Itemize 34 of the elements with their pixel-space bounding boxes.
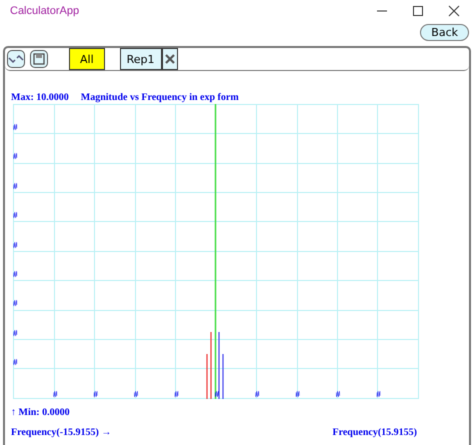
axis-mark: # xyxy=(13,240,18,250)
window-title: CalculatorApp xyxy=(10,5,80,17)
axis-mark: # xyxy=(295,389,300,399)
link-icon xyxy=(8,54,24,64)
save-button[interactable] xyxy=(30,50,48,68)
link-button[interactable] xyxy=(7,50,25,68)
axis-mark: # xyxy=(53,389,58,399)
axis-mark: # xyxy=(13,180,18,191)
frequency-end-label: Frequency(15.9155) xyxy=(332,427,417,438)
axis-mark: # xyxy=(13,298,18,308)
axis-mark: # xyxy=(13,151,18,162)
axis-mark: # xyxy=(376,389,381,399)
save-icon xyxy=(33,53,45,65)
axis-mark: # xyxy=(93,389,98,399)
plot-title: Magnitude vs Frequency in exp form xyxy=(80,92,239,102)
axis-mark: # xyxy=(13,122,18,132)
min-label: ↑ Min: 0.0000 xyxy=(11,407,70,418)
back-button[interactable]: Back xyxy=(420,24,469,41)
axis-mark: # xyxy=(336,389,340,399)
axis-mark: # xyxy=(13,269,18,279)
axis-mark: # xyxy=(13,328,18,338)
axis-mark: # xyxy=(13,357,18,368)
max-label: Max: 10.0000 xyxy=(11,92,69,102)
maximize-icon[interactable] xyxy=(412,5,424,17)
axis-mark: # xyxy=(134,389,138,399)
close-tab-button[interactable] xyxy=(162,48,178,70)
close-icon[interactable] xyxy=(448,5,460,17)
axis-mark: # xyxy=(13,210,18,220)
report-tab[interactable]: Rep1 xyxy=(120,48,162,70)
axis-mark: # xyxy=(255,389,260,399)
frequency-start-label: Frequency(-15.9155) → xyxy=(11,427,112,438)
axis-mark: # xyxy=(174,389,179,399)
report-tab[interactable]: All xyxy=(69,48,105,70)
close-icon xyxy=(164,53,176,65)
